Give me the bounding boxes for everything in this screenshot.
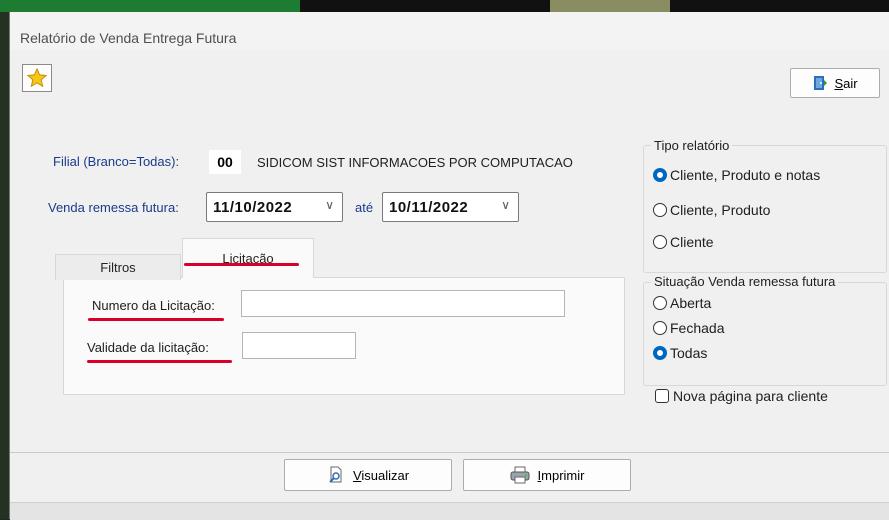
visualizar-label: Visualizar (352, 467, 410, 483)
tab-licitacao[interactable]: Licitação (182, 238, 314, 278)
background-strip-dark-right (670, 0, 889, 12)
radio-label: Aberta (670, 295, 712, 311)
numero-licitacao-label: Numero da Licitação: (92, 298, 215, 313)
date-label: Venda remessa futura: (48, 200, 179, 215)
imprimir-label: Imprimir (537, 467, 585, 483)
radio-label: Fechada (670, 320, 725, 336)
radio-empty-icon (653, 321, 667, 335)
tab-highlight-underline (184, 263, 299, 266)
date-from-picker[interactable]: 11/10/2022 ∨ (206, 192, 343, 222)
filial-code-input[interactable]: 00 (209, 150, 241, 174)
radio-cliente-produto[interactable]: Cliente, Produto (653, 202, 770, 218)
exit-door-icon (814, 76, 828, 90)
radio-empty-icon (653, 203, 667, 217)
printer-icon (510, 466, 530, 484)
exit-button[interactable]: Sair (790, 68, 880, 98)
radio-aberta[interactable]: Aberta (653, 295, 711, 311)
date-to-value: 10/11/2022 (389, 199, 469, 216)
numero-label-underline (88, 318, 224, 321)
validade-licitacao-label: Validade da licitação: (87, 340, 209, 355)
background-strip-green (0, 0, 300, 12)
footer-separator (10, 452, 889, 453)
chevron-down-icon: ∨ (501, 198, 510, 212)
situacao-title: Situação Venda remessa futura (651, 274, 839, 289)
favorite-button[interactable] (22, 64, 52, 92)
status-bar (10, 502, 889, 520)
radio-selected-icon (653, 168, 667, 182)
filial-name: SIDICOM SIST INFORMACOES POR COMPUTACAO (257, 155, 573, 170)
radio-empty-icon (653, 296, 667, 310)
checkbox-empty-icon (655, 389, 669, 403)
radio-cliente-produto-notas[interactable]: Cliente, Produto e notas (653, 167, 820, 183)
radio-selected-icon (653, 346, 667, 360)
radio-label: Cliente, Produto e notas (670, 167, 821, 183)
validade-label-underline (87, 360, 232, 363)
radio-label: Todas (670, 345, 708, 361)
nova-pagina-label: Nova página para cliente (673, 388, 828, 404)
exit-button-label: Sair (834, 75, 858, 91)
chevron-down-icon: ∨ (325, 198, 334, 212)
date-separator: até (355, 200, 374, 215)
imprimir-button[interactable]: Imprimir (463, 459, 631, 491)
tab-filtros[interactable]: Filtros (55, 254, 181, 280)
numero-licitacao-input[interactable] (241, 290, 565, 317)
window-title: Relatório de Venda Entrega Futura (20, 30, 237, 46)
radio-fechada[interactable]: Fechada (653, 320, 724, 336)
radio-label: Cliente (670, 234, 714, 250)
radio-empty-icon (653, 235, 667, 249)
background-window-edge (0, 12, 9, 519)
report-window: Relatório de Venda Entrega Futura Sair F… (9, 12, 889, 520)
radio-cliente[interactable]: Cliente (653, 234, 714, 250)
star-icon (26, 67, 48, 88)
date-from-value: 11/10/2022 (213, 199, 293, 216)
radio-label: Cliente, Produto (670, 202, 771, 218)
visualizar-button[interactable]: Visualizar (284, 459, 452, 491)
background-strip-dark (300, 0, 550, 12)
date-to-picker[interactable]: 10/11/2022 ∨ (382, 192, 519, 222)
radio-todas[interactable]: Todas (653, 345, 707, 361)
preview-document-icon (329, 466, 342, 483)
tipo-relatorio-title: Tipo relatório (651, 138, 733, 153)
nova-pagina-checkbox[interactable]: Nova página para cliente (655, 388, 828, 404)
title-bar: Relatório de Venda Entrega Futura (10, 12, 889, 50)
background-strip-olive (550, 0, 670, 12)
filial-label: Filial (Branco=Todas): (53, 154, 180, 169)
validade-licitacao-input[interactable] (242, 332, 356, 359)
